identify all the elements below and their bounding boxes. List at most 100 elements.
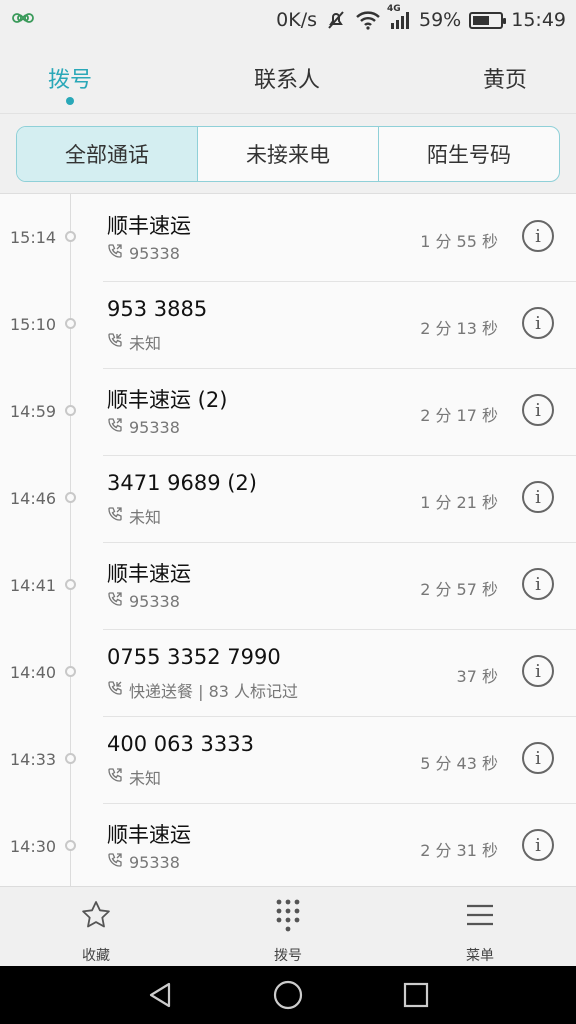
timeline-dot <box>65 840 76 851</box>
dialpad-button[interactable]: 拨号 <box>228 887 348 967</box>
row-divider <box>103 716 576 717</box>
info-icon[interactable]: i <box>522 220 554 252</box>
mute-icon <box>325 9 347 31</box>
row-divider <box>103 542 576 543</box>
home-icon[interactable] <box>270 977 306 1013</box>
wifi-icon <box>355 10 381 30</box>
call-duration: 2 分 17 秒 <box>420 406 498 425</box>
call-time: 14:46 <box>10 489 57 508</box>
timeline-dot <box>65 492 76 503</box>
caller-detail-text: 未知 <box>129 769 162 788</box>
call-time: 14:33 <box>10 750 57 769</box>
row-divider <box>103 803 576 804</box>
caller-name: 顺丰速运 <box>107 823 191 847</box>
call-time: 14:40 <box>10 663 57 682</box>
caller-detail-text: 快递送餐 | 83 人标记过 <box>129 682 299 701</box>
call-detail: 未知 <box>107 765 161 789</box>
incoming-call-icon <box>107 680 123 700</box>
row-divider <box>103 629 576 630</box>
call-log-list[interactable]: 15:14 顺丰速运 95338 1 分 55 秒 i 15:10 953 38… <box>0 194 576 886</box>
call-duration: 1 分 55 秒 <box>420 232 498 251</box>
caller-name: 顺丰速运 (2) <box>107 388 228 412</box>
filter-missed-calls[interactable]: 未接来电 <box>197 127 378 181</box>
caller-name: 3471 9689 (2) <box>107 471 257 495</box>
call-detail: 快递送餐 | 83 人标记过 <box>107 678 298 702</box>
filter-unknown-numbers[interactable]: 陌生号码 <box>378 127 559 181</box>
outgoing-call-icon <box>107 506 123 526</box>
favorites-label: 收藏 <box>82 948 110 964</box>
network-type: 4G <box>387 4 401 14</box>
call-duration: 5 分 43 秒 <box>420 754 498 773</box>
caller-name: 400 063 3333 <box>107 732 254 756</box>
caller-detail-text: 未知 <box>129 508 162 527</box>
active-tab-indicator <box>66 97 74 105</box>
incoming-call-icon <box>107 332 123 352</box>
timeline-dot <box>65 318 76 329</box>
outgoing-call-icon <box>107 243 123 263</box>
top-tabs: 拨号 联系人 黄页 <box>0 40 576 114</box>
bottom-action-bar: 收藏 拨号 菜单 <box>0 886 576 966</box>
call-duration: 2 分 13 秒 <box>420 319 498 338</box>
call-detail: 未知 <box>107 504 161 528</box>
call-detail: 95338 <box>107 243 180 263</box>
back-icon[interactable] <box>142 977 178 1013</box>
system-nav-bar <box>0 966 576 1024</box>
caller-detail-text: 95338 <box>129 243 180 263</box>
battery-percent: 59% <box>419 9 462 31</box>
call-filter-bar: 全部通话 未接来电 陌生号码 <box>0 114 576 194</box>
call-log-row[interactable]: 14:40 0755 3352 7990 快递送餐 | 83 人标记过 37 秒… <box>0 629 576 716</box>
call-log-row[interactable]: 14:46 3471 9689 (2) 未知 1 分 21 秒 i <box>0 455 576 542</box>
call-time: 14:59 <box>10 402 57 421</box>
dialpad-label: 拨号 <box>274 948 302 964</box>
call-log-row[interactable]: 15:10 953 3885 未知 2 分 13 秒 i <box>0 281 576 368</box>
favorites-button[interactable]: 收藏 <box>36 887 156 967</box>
tab-contacts[interactable]: 联系人 <box>254 62 320 94</box>
call-detail: 未知 <box>107 330 161 354</box>
row-divider <box>103 368 576 369</box>
recents-icon[interactable] <box>398 977 434 1013</box>
row-divider <box>103 281 576 282</box>
menu-button[interactable]: 菜单 <box>420 887 540 967</box>
info-icon[interactable]: i <box>522 394 554 426</box>
network-speed: 0K/s <box>276 9 317 31</box>
call-log-row[interactable]: 14:30 顺丰速运 95338 2 分 31 秒 i <box>0 803 576 886</box>
info-icon[interactable]: i <box>522 568 554 600</box>
caller-detail-text: 95338 <box>129 852 180 872</box>
call-log-row[interactable]: 14:59 顺丰速运 (2) 95338 2 分 17 秒 i <box>0 368 576 455</box>
caller-detail-text: 未知 <box>129 334 162 353</box>
outgoing-call-icon <box>107 417 123 437</box>
tab-yellow-pages[interactable]: 黄页 <box>483 62 527 94</box>
call-duration: 2 分 57 秒 <box>420 580 498 599</box>
call-time: 14:30 <box>10 837 57 856</box>
star-icon <box>80 899 112 931</box>
infinity-icon <box>12 11 34 25</box>
timeline-dot <box>65 579 76 590</box>
outgoing-call-icon <box>107 591 123 611</box>
info-icon[interactable]: i <box>522 307 554 339</box>
info-icon[interactable]: i <box>522 481 554 513</box>
signal-icon: 4G <box>387 4 411 30</box>
menu-label: 菜单 <box>466 948 494 964</box>
caller-name: 953 3885 <box>107 297 208 321</box>
call-duration: 1 分 21 秒 <box>420 493 498 512</box>
timeline-dot <box>65 753 76 764</box>
call-time: 15:10 <box>10 315 57 334</box>
call-log-row[interactable]: 14:41 顺丰速运 95338 2 分 57 秒 i <box>0 542 576 629</box>
info-icon[interactable]: i <box>522 655 554 687</box>
dialpad-icon <box>272 899 304 932</box>
row-divider <box>103 455 576 456</box>
call-detail: 95338 <box>107 852 180 872</box>
call-filter: 全部通话 未接来电 陌生号码 <box>16 126 560 182</box>
call-log-row[interactable]: 15:14 顺丰速运 95338 1 分 55 秒 i <box>0 194 576 281</box>
caller-name: 顺丰速运 <box>107 562 191 586</box>
caller-name: 顺丰速运 <box>107 214 191 238</box>
caller-detail-text: 95338 <box>129 417 180 437</box>
filter-all-calls[interactable]: 全部通话 <box>17 127 197 181</box>
call-log-row[interactable]: 14:33 400 063 3333 未知 5 分 43 秒 i <box>0 716 576 803</box>
tab-dialer[interactable]: 拨号 <box>48 62 92 94</box>
call-time: 14:41 <box>10 576 57 595</box>
info-icon[interactable]: i <box>522 742 554 774</box>
call-duration: 37 秒 <box>456 667 498 686</box>
info-icon[interactable]: i <box>522 829 554 861</box>
call-detail: 95338 <box>107 417 180 437</box>
